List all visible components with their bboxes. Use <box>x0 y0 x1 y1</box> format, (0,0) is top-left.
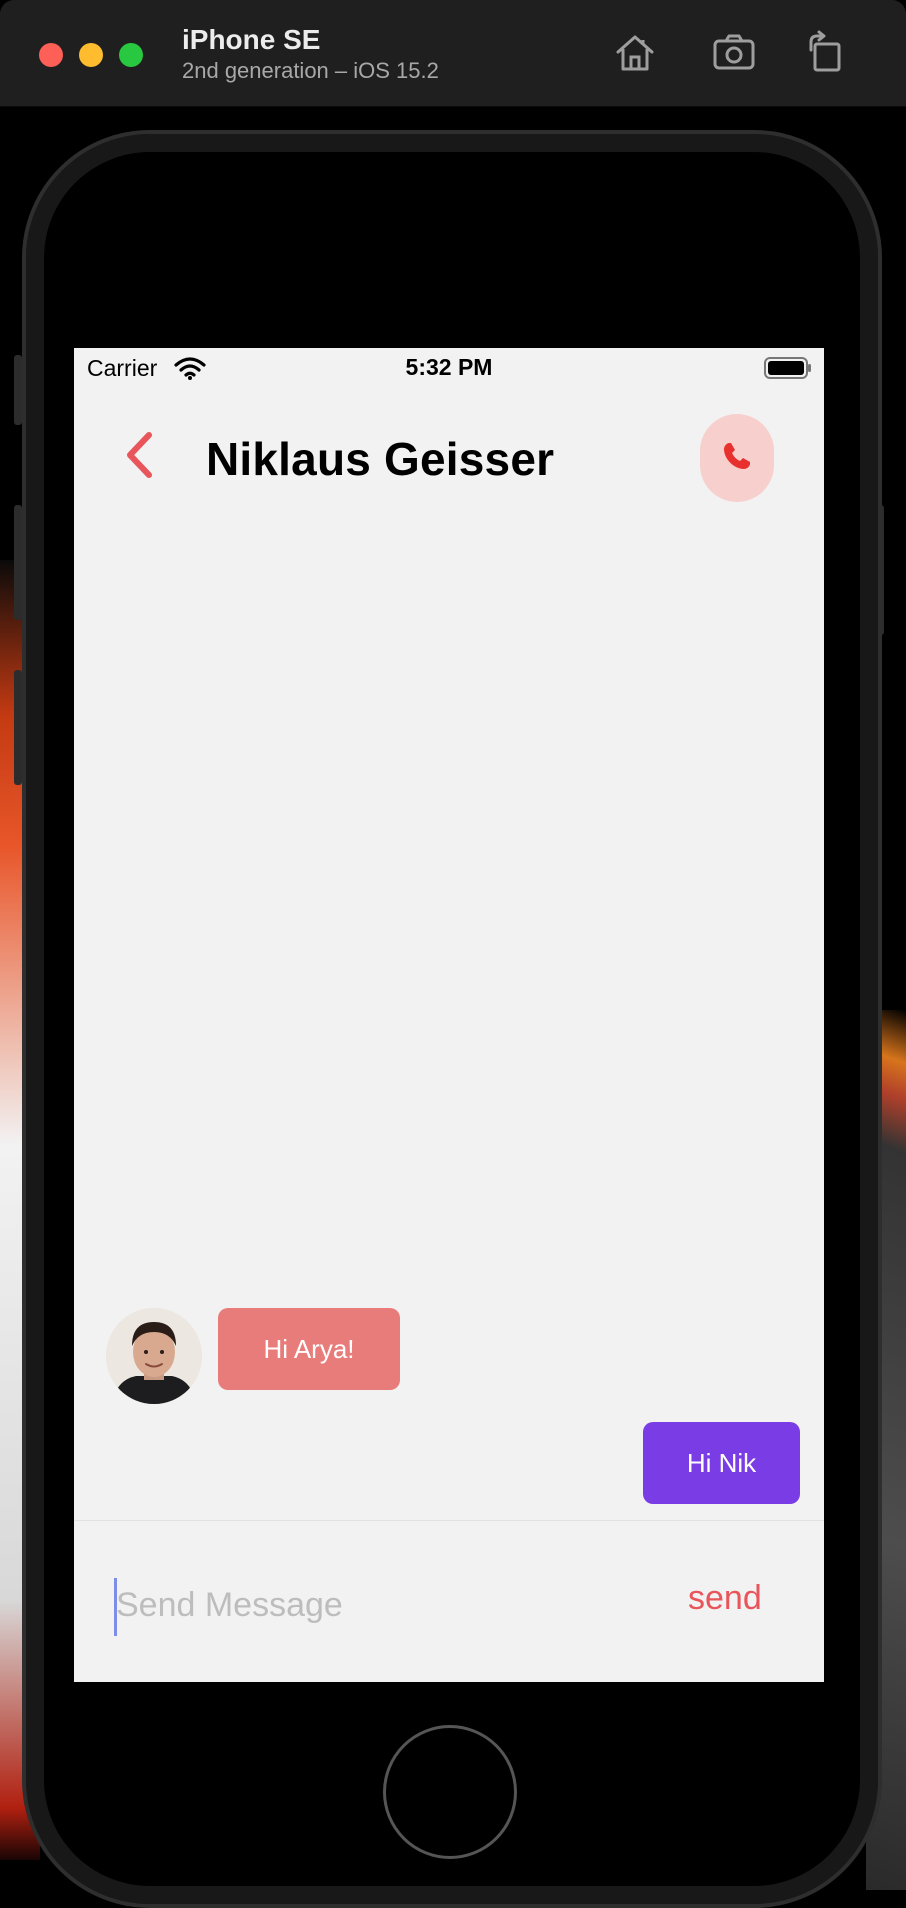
camera-icon[interactable] <box>711 30 757 76</box>
home-button[interactable] <box>383 1725 517 1859</box>
outgoing-message-bubble: Hi Nik <box>643 1422 800 1504</box>
simulator-title-bar: iPhone SE 2nd generation – iOS 15.2 <box>0 0 906 107</box>
os-version-label: 2nd generation – iOS 15.2 <box>182 58 439 83</box>
contact-avatar[interactable] <box>106 1308 202 1404</box>
volume-up-button <box>14 505 22 620</box>
app-screen: Carrier 5:32 PM Niklaus Geisser Hi Arya!… <box>74 348 824 1682</box>
minimize-window-button[interactable] <box>79 43 103 67</box>
send-button[interactable]: send <box>688 1579 762 1618</box>
incoming-message-bubble: Hi Arya! <box>218 1308 400 1390</box>
message-list: Hi Arya! Hi Nik <box>74 348 824 1518</box>
message-composer: send <box>74 1520 824 1682</box>
volume-down-button <box>14 670 22 785</box>
zoom-window-button[interactable] <box>119 43 143 67</box>
mute-switch <box>14 355 22 425</box>
device-name: iPhone SE <box>182 24 321 55</box>
home-icon[interactable] <box>612 30 658 76</box>
rotate-icon[interactable] <box>803 30 849 76</box>
close-window-button[interactable] <box>39 43 63 67</box>
message-input[interactable] <box>112 1573 636 1637</box>
